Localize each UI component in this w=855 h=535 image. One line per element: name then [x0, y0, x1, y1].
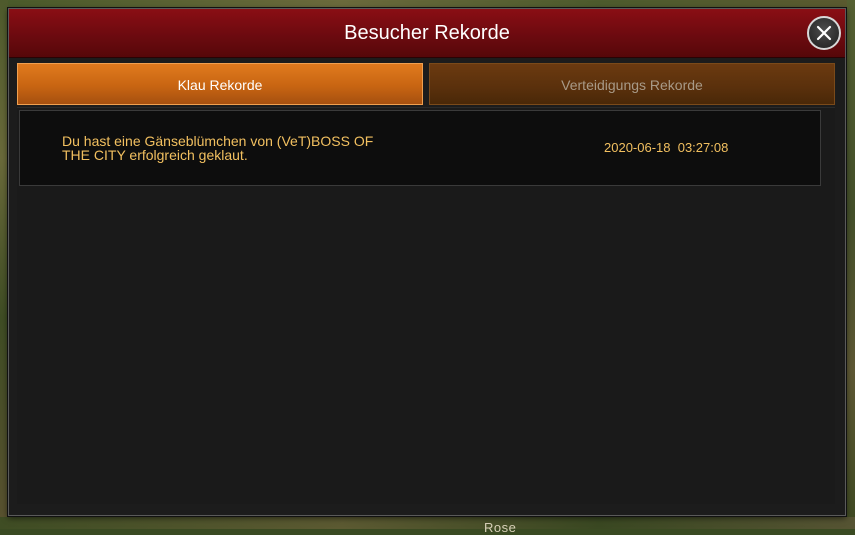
game-background-right	[847, 0, 855, 529]
record-timestamp: 2020-06-18 03:27:08	[604, 140, 729, 155]
game-background-left	[0, 0, 8, 529]
close-icon	[816, 25, 832, 41]
background-partial-label: Rose	[484, 520, 517, 535]
dialog-title-bar: Besucher Rekorde	[9, 9, 845, 58]
visitor-records-dialog: Besucher Rekorde Klau Rekorde Verteidigu…	[8, 8, 846, 516]
list-item: Du hast eine Gänseblümchen von (VeT)BOSS…	[19, 110, 821, 186]
record-message: Du hast eine Gänseblümchen von (VeT)BOSS…	[62, 133, 374, 163]
game-background-top	[0, 0, 855, 8]
game-background-bottom	[0, 517, 855, 529]
close-button[interactable]	[807, 16, 841, 50]
dialog-title: Besucher Rekorde	[344, 22, 510, 44]
tab-theft-records[interactable]: Klau Rekorde	[17, 63, 423, 105]
records-list: Du hast eine Gänseblümchen von (VeT)BOSS…	[17, 107, 835, 504]
tab-defense-records[interactable]: Verteidigungs Rekorde	[429, 63, 835, 105]
